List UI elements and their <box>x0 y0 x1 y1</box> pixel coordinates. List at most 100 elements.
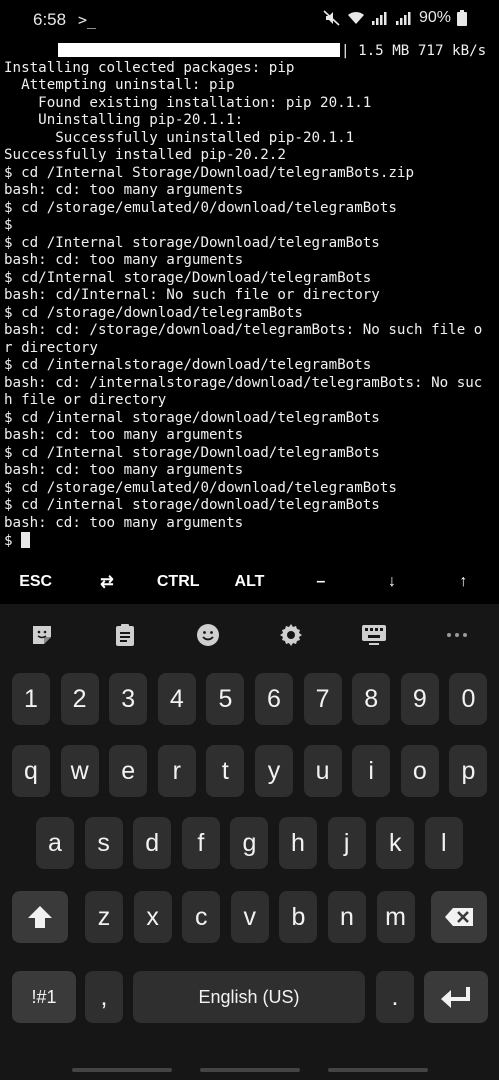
extra-keys-row: ESC ⇄ CTRL ALT – ↓ ↑ <box>0 562 499 602</box>
battery-icon <box>457 10 467 26</box>
key-l[interactable]: l <box>424 817 463 869</box>
enter-key[interactable] <box>424 971 488 1023</box>
key-8[interactable]: 8 <box>352 673 391 725</box>
terminal-line: bash: cd: /storage/download/telegramBots… <box>4 322 483 338</box>
key-u[interactable]: u <box>303 745 342 797</box>
key-4[interactable]: 4 <box>157 673 196 725</box>
text-cursor <box>21 532 31 548</box>
key-w[interactable]: w <box>60 745 99 797</box>
alt-key[interactable]: ALT <box>214 562 285 602</box>
key-g[interactable]: g <box>230 817 269 869</box>
key-m[interactable]: m <box>376 891 415 943</box>
battery-percent: 90% <box>418 9 451 26</box>
key-h[interactable]: h <box>279 817 317 869</box>
terminal-line: $ cd /Internal storage/Download/telegram… <box>4 234 380 251</box>
symbols-key[interactable]: !#1 <box>12 971 76 1023</box>
gear-icon[interactable] <box>250 604 333 666</box>
terminal-line: $ cd/Internal storage/Download/telegramB… <box>4 269 372 286</box>
key-n[interactable]: n <box>328 891 366 943</box>
key-p[interactable]: p <box>449 745 488 797</box>
status-bar: 6:58 >_ 90% <box>0 0 499 40</box>
terminal-line: Uninstalling pip-20.1.1: <box>4 112 244 128</box>
key-y[interactable]: y <box>255 745 293 797</box>
terminal-line: r directory <box>4 339 98 356</box>
key-i[interactable]: i <box>352 745 391 797</box>
key-k[interactable]: k <box>376 817 415 869</box>
terminal-line: bash: cd: too many arguments <box>4 462 244 478</box>
space-key[interactable]: English (US) <box>133 971 365 1023</box>
terminal-line: Successfully uninstalled pip-20.1.1 <box>4 129 355 146</box>
key-a[interactable]: a <box>36 817 74 869</box>
nav-hint-left <box>72 1068 172 1072</box>
terminal-line: $ cd /storage/emulated/0/download/telegr… <box>4 479 397 496</box>
terminal-line: $ <box>4 217 13 233</box>
terminal-line: $ cd /Internal storage/Download/telegram… <box>4 444 380 461</box>
esc-key[interactable]: ESC <box>0 562 71 602</box>
soft-keyboard: 1 2 3 4 5 6 7 8 9 0 q w e r t y u i o p a s d f g h j k l z x c v b n m !#1,… <box>0 604 499 1080</box>
terminal-line: bash: cd: too many arguments <box>4 252 244 268</box>
key-t[interactable]: t <box>206 745 245 797</box>
mute-icon <box>323 10 340 26</box>
key-j[interactable]: j <box>327 817 366 869</box>
key-q[interactable]: q <box>12 745 50 797</box>
key-0[interactable]: 0 <box>449 673 488 725</box>
enter-icon <box>441 987 470 1008</box>
key-7[interactable]: 7 <box>303 673 342 725</box>
key-2[interactable]: 2 <box>60 673 99 725</box>
status-time: 6:58 <box>33 10 67 29</box>
emoji-icon[interactable] <box>166 604 249 666</box>
key-x[interactable]: x <box>133 891 172 943</box>
down-arrow-key[interactable]: ↓ <box>356 562 427 602</box>
nav-hint-center <box>200 1068 300 1072</box>
signal-icon <box>371 12 387 25</box>
terminal-line: Installing collected packages: pip <box>4 59 295 76</box>
key-b[interactable]: b <box>279 891 318 943</box>
key-d[interactable]: d <box>133 817 172 869</box>
key-f[interactable]: f <box>181 817 220 869</box>
terminal-line: Found existing installation: pip 20.1.1 <box>4 94 372 111</box>
shift-key[interactable] <box>12 891 68 943</box>
terminal-line: bash: cd: /internalstorage/download/tele… <box>4 374 483 391</box>
up-arrow-key[interactable]: ↑ <box>428 562 499 602</box>
key-9[interactable]: 9 <box>400 673 439 725</box>
ctrl-key[interactable]: CTRL <box>143 562 214 602</box>
terminal-line: $ cd /internalstorage/download/telegramB… <box>4 357 372 373</box>
terminal-line: bash: cd: too many arguments <box>4 427 244 443</box>
key-6[interactable]: 6 <box>255 673 293 725</box>
terminal-line: Attempting uninstall: pip <box>4 77 235 93</box>
key-o[interactable]: o <box>400 745 439 797</box>
period-key[interactable]: . <box>376 971 414 1023</box>
key-3[interactable]: 3 <box>109 673 148 725</box>
sticker-icon[interactable] <box>0 604 83 666</box>
key-c[interactable]: c <box>182 891 221 943</box>
terminal-line: $ cd /internal storage/download/telegram… <box>4 497 380 513</box>
backspace-key[interactable] <box>431 891 487 943</box>
backspace-icon <box>445 908 473 926</box>
keyboard-icon[interactable] <box>333 604 416 666</box>
terminal-prompt-line[interactable]: $ <box>4 532 498 550</box>
key-r[interactable]: r <box>157 745 196 797</box>
tab-key[interactable]: ⇄ <box>71 562 142 602</box>
key-5[interactable]: 5 <box>206 673 245 725</box>
key-e[interactable]: e <box>109 745 148 797</box>
wifi-icon <box>347 11 364 24</box>
dash-key[interactable]: – <box>285 562 356 602</box>
key-v[interactable]: v <box>230 891 269 943</box>
terminal-line: bash: cd: too many arguments <box>4 182 244 198</box>
comma-key[interactable]: , <box>85 971 123 1023</box>
terminal-line: $ cd /storage/download/telegramBots <box>4 304 303 321</box>
key-s[interactable]: s <box>84 817 123 869</box>
terminal-line: h file or directory <box>4 392 167 408</box>
key-z[interactable]: z <box>85 891 123 943</box>
status-icons: 90% <box>323 9 467 27</box>
terminal-line: bash: cd: too many arguments <box>4 514 244 531</box>
terminal-line: $ cd /Internal Storage/Download/telegram… <box>4 164 414 181</box>
terminal-line: $ cd /internal storage/download/telegram… <box>4 409 380 426</box>
terminal-output[interactable]: Installing collected packages: pip Attem… <box>4 42 498 550</box>
more-icon[interactable] <box>416 604 499 666</box>
terminal-line: bash: cd/Internal: No such file or direc… <box>4 287 380 303</box>
signal-icon-2 <box>395 12 411 25</box>
key-1[interactable]: 1 <box>12 673 50 725</box>
clipboard-icon[interactable] <box>83 604 166 666</box>
